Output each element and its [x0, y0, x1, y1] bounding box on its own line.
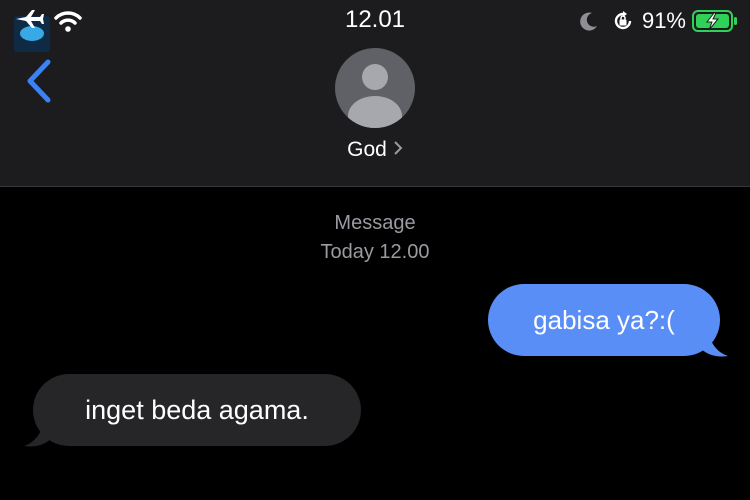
outgoing-message-bubble[interactable]: gabisa ya?:( — [488, 284, 720, 356]
contact-name-button[interactable]: God — [0, 138, 750, 162]
conversation-header: 12.01 91% God — [0, 0, 750, 187]
contact-name: God — [347, 138, 387, 161]
status-bar-right: 91% — [578, 6, 738, 36]
service-label: Message — [334, 212, 416, 234]
person-silhouette-icon — [348, 64, 402, 128]
incoming-bubble-tail — [24, 420, 52, 447]
status-time: 12.01 — [344, 6, 406, 33]
chevron-left-icon[interactable] — [22, 58, 56, 104]
status-bar-left — [14, 8, 84, 52]
airplane-icon — [16, 10, 44, 28]
outgoing-bubble-tail — [700, 330, 728, 357]
battery-percent: 91% — [641, 8, 686, 33]
rotation-lock-icon — [614, 11, 632, 30]
wifi-icon — [54, 11, 82, 32]
contact-avatar[interactable] — [335, 48, 415, 128]
incoming-message-bubble[interactable]: inget beda agama. — [33, 374, 361, 446]
battery-charging-icon — [692, 10, 737, 32]
moon-icon — [580, 12, 597, 31]
chevron-right-icon — [394, 141, 403, 155]
message-timestamp: Today 12.00 — [320, 241, 430, 263]
